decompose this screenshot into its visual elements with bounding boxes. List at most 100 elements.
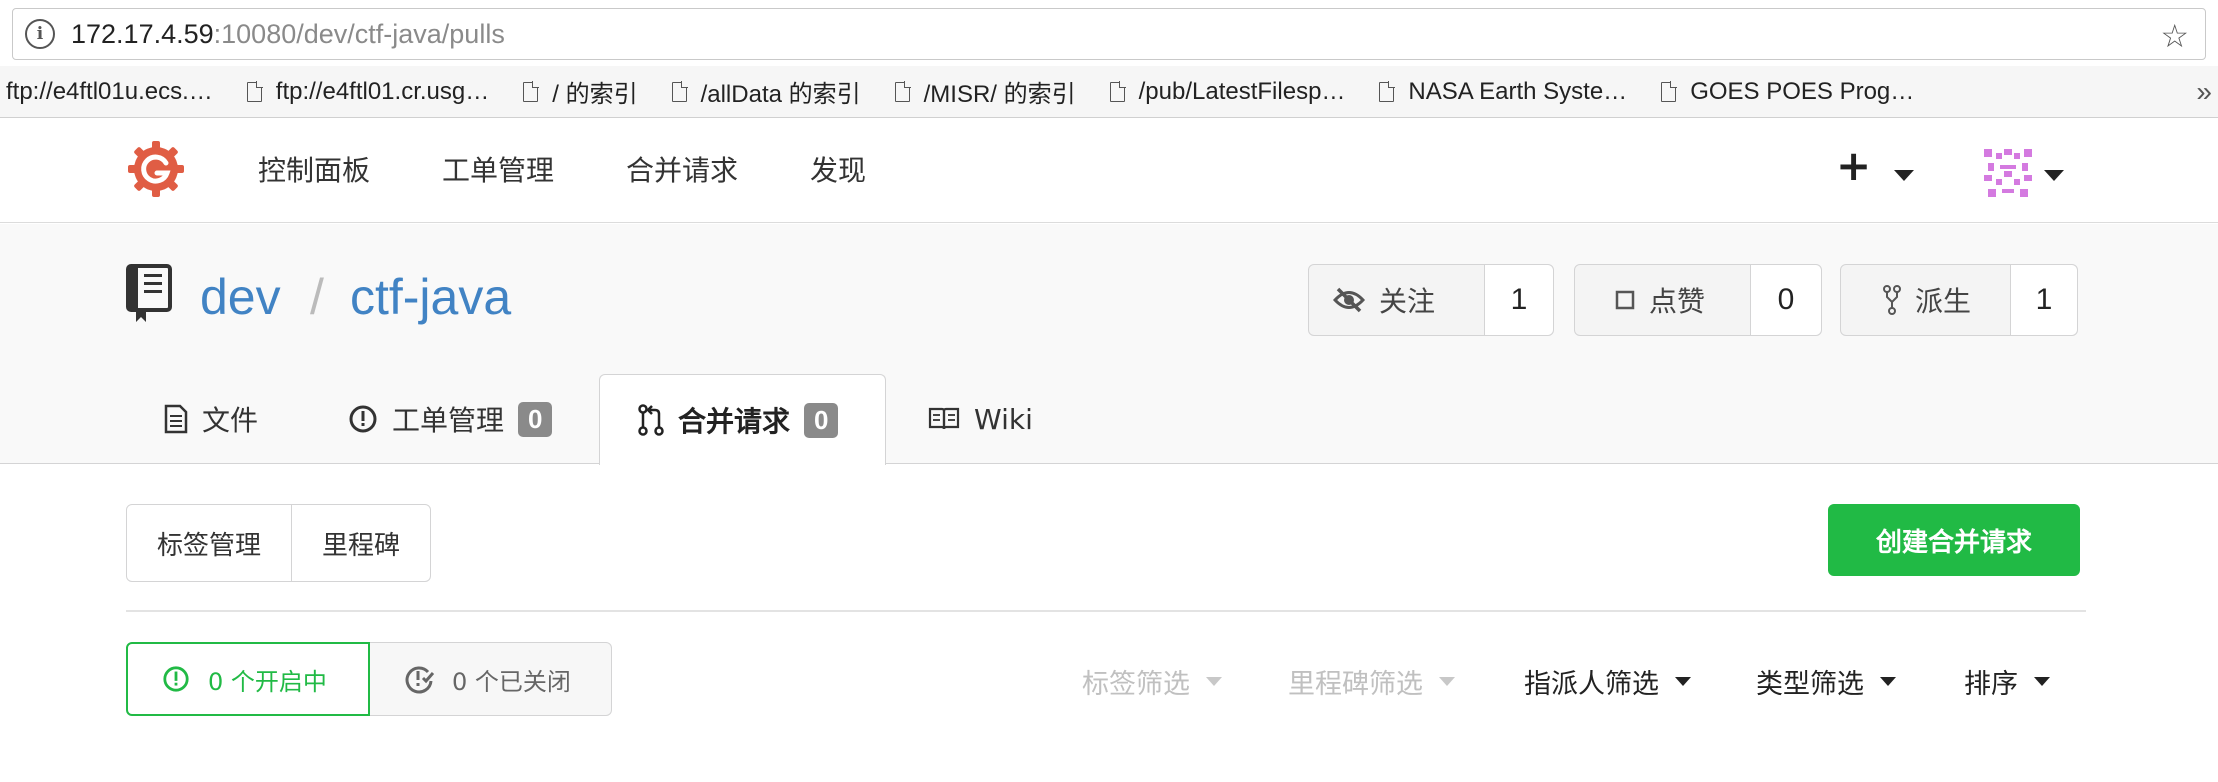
tab-files-label: 文件 bbox=[202, 404, 259, 437]
bookmarks-bar: ftp://e4ftl01u.ecs.… ftp://e4ftl01.cr.us… bbox=[0, 66, 2218, 118]
fork-count[interactable]: 1 bbox=[2011, 265, 2077, 335]
label-filter-dropdown[interactable]: 标签筛选 bbox=[1082, 662, 1222, 701]
pulls-count-badge: 0 bbox=[804, 402, 839, 438]
star-button[interactable]: 点赞 0 bbox=[1574, 264, 1822, 336]
bookmark-item[interactable]: NASA Earth Syste… bbox=[1379, 78, 1627, 106]
milestone-filter-text: 里程碑筛选 bbox=[1288, 669, 1423, 700]
file-icon bbox=[523, 80, 540, 102]
tab-issues-label: 工单管理 bbox=[392, 404, 505, 437]
bookmark-item[interactable]: ftp://e4ftl01.cr.usg… bbox=[246, 77, 490, 106]
nav-pulls[interactable]: 合并请求 bbox=[626, 149, 738, 189]
info-icon[interactable]: i bbox=[25, 19, 55, 49]
issue-closed-icon bbox=[405, 666, 434, 694]
repo-book-icon bbox=[126, 264, 172, 322]
chevron-down-icon bbox=[1206, 677, 1222, 686]
star-count[interactable]: 0 bbox=[1751, 265, 1821, 335]
repo-header: dev / ctf-java 关注 1 点赞 0 派生 1 文件 工单管理 0 … bbox=[0, 224, 2218, 465]
eye-slash-icon bbox=[1333, 287, 1365, 313]
create-new-button[interactable]: + bbox=[1836, 141, 1871, 190]
bookmark-item[interactable]: / 的索引 bbox=[523, 74, 638, 109]
avatar[interactable] bbox=[1980, 145, 2036, 201]
star-square-icon bbox=[1615, 290, 1635, 310]
fork-button[interactable]: 派生 1 bbox=[1840, 264, 2078, 336]
tab-files[interactable]: 文件 bbox=[164, 374, 258, 464]
bookmark-item[interactable]: ftp://e4ftl01u.ecs.… bbox=[6, 78, 213, 106]
chevron-down-icon bbox=[1439, 677, 1455, 686]
chevron-down-icon bbox=[1880, 677, 1896, 686]
url-host: 172.17.4.59 bbox=[71, 18, 214, 49]
git-pull-request-icon bbox=[638, 404, 664, 436]
chevron-down-icon[interactable] bbox=[1894, 166, 1914, 185]
repo-path-separator: / bbox=[310, 269, 324, 325]
plus-icon: + bbox=[1836, 141, 1872, 190]
type-filter-text: 类型筛选 bbox=[1756, 669, 1864, 700]
fork-label: 派生 bbox=[1915, 285, 1972, 318]
labels-milestones-group: 标签管理 里程碑 bbox=[126, 504, 432, 582]
watch-button[interactable]: 关注 1 bbox=[1308, 264, 1554, 336]
tab-pulls-label: 合并请求 bbox=[678, 405, 791, 438]
bookmark-label: / 的索引 bbox=[552, 81, 638, 108]
tab-issues[interactable]: 工单管理 0 bbox=[348, 374, 553, 464]
chevron-down-icon bbox=[1675, 677, 1691, 686]
nav-dashboard[interactable]: 控制面板 bbox=[258, 149, 370, 189]
bookmark-item[interactable]: /MISR/ 的索引 bbox=[894, 74, 1076, 109]
milestones-button[interactable]: 里程碑 bbox=[291, 505, 430, 581]
assignee-filter-text: 指派人筛选 bbox=[1524, 669, 1659, 700]
bookmark-star-icon[interactable]: ☆ bbox=[2160, 17, 2189, 55]
top-navigation: 控制面板 工单管理 合并请求 发现 + bbox=[0, 119, 2218, 223]
pull-state-filter: 0 个开启中 0 个已关闭 bbox=[126, 642, 612, 716]
watch-count[interactable]: 1 bbox=[1485, 265, 1553, 335]
closed-pulls-button[interactable]: 0 个已关闭 bbox=[370, 642, 612, 716]
bookmark-label: NASA Earth Syste… bbox=[1408, 77, 1628, 105]
url-path: :10080/dev/ctf-java/pulls bbox=[213, 18, 505, 49]
sort-dropdown[interactable]: 排序 bbox=[1964, 662, 2050, 701]
book-icon bbox=[928, 407, 960, 430]
url-text[interactable]: 172.17.4.59:10080/dev/ctf-java/pulls bbox=[71, 19, 505, 50]
tab-pulls[interactable]: 合并请求 0 bbox=[599, 374, 886, 465]
file-icon bbox=[894, 80, 911, 102]
bookmark-label: /MISR/ 的索引 bbox=[923, 81, 1076, 108]
nav-issues[interactable]: 工单管理 bbox=[442, 149, 554, 189]
tab-wiki-label: Wiki bbox=[974, 402, 1033, 436]
issues-count-badge: 0 bbox=[518, 401, 553, 437]
label-filter-text: 标签筛选 bbox=[1082, 669, 1190, 700]
address-bar[interactable]: i 172.17.4.59:10080/dev/ctf-java/pulls ☆ bbox=[12, 8, 2206, 60]
file-text-icon bbox=[164, 404, 188, 434]
file-icon bbox=[246, 80, 263, 102]
bookmarks-overflow-icon[interactable]: » bbox=[2196, 76, 2212, 108]
type-filter-dropdown[interactable]: 类型筛选 bbox=[1756, 662, 1896, 701]
bookmark-label: ftp://e4ftl01u.ecs.… bbox=[6, 77, 213, 105]
bookmark-label: ftp://e4ftl01.cr.usg… bbox=[275, 77, 490, 105]
bookmark-label: /pub/LatestFilesp… bbox=[1138, 77, 1346, 105]
issue-opened-icon bbox=[349, 405, 377, 433]
milestone-filter-dropdown[interactable]: 里程碑筛选 bbox=[1288, 662, 1455, 701]
fork-icon bbox=[1883, 285, 1901, 315]
star-label: 点赞 bbox=[1649, 285, 1706, 318]
bookmark-item[interactable]: /pub/LatestFilesp… bbox=[1109, 77, 1346, 106]
repo-name-link[interactable]: ctf-java bbox=[350, 268, 511, 326]
assignee-filter-dropdown[interactable]: 指派人筛选 bbox=[1524, 662, 1691, 701]
divider bbox=[126, 610, 2086, 612]
file-icon bbox=[1379, 80, 1396, 102]
bookmark-item[interactable]: GOES POES Prog… bbox=[1661, 78, 1914, 106]
bookmark-label: /allData 的索引 bbox=[700, 81, 861, 108]
gogs-logo[interactable] bbox=[126, 139, 186, 199]
closed-count-label: 0 个已关闭 bbox=[452, 667, 571, 696]
labels-button[interactable]: 标签管理 bbox=[127, 505, 291, 581]
nav-explore[interactable]: 发现 bbox=[810, 149, 866, 189]
bookmark-label: GOES POES Prog… bbox=[1690, 77, 1915, 105]
open-count-label: 0 个开启中 bbox=[208, 667, 327, 696]
file-icon bbox=[1109, 80, 1126, 102]
repo-owner-link[interactable]: dev bbox=[200, 268, 281, 326]
tab-wiki[interactable]: Wiki bbox=[928, 374, 1033, 464]
sort-text: 排序 bbox=[1964, 669, 2018, 700]
create-pull-request-button[interactable]: 创建合并请求 bbox=[1828, 504, 2080, 576]
bookmark-item[interactable]: /allData 的索引 bbox=[671, 74, 861, 109]
open-pulls-button[interactable]: 0 个开启中 bbox=[126, 642, 370, 716]
issue-opened-icon bbox=[163, 666, 189, 692]
watch-label: 关注 bbox=[1379, 285, 1436, 318]
chevron-down-icon bbox=[2034, 677, 2050, 686]
file-icon bbox=[671, 80, 688, 102]
chevron-down-icon[interactable] bbox=[2044, 166, 2064, 185]
file-icon bbox=[1661, 80, 1678, 102]
